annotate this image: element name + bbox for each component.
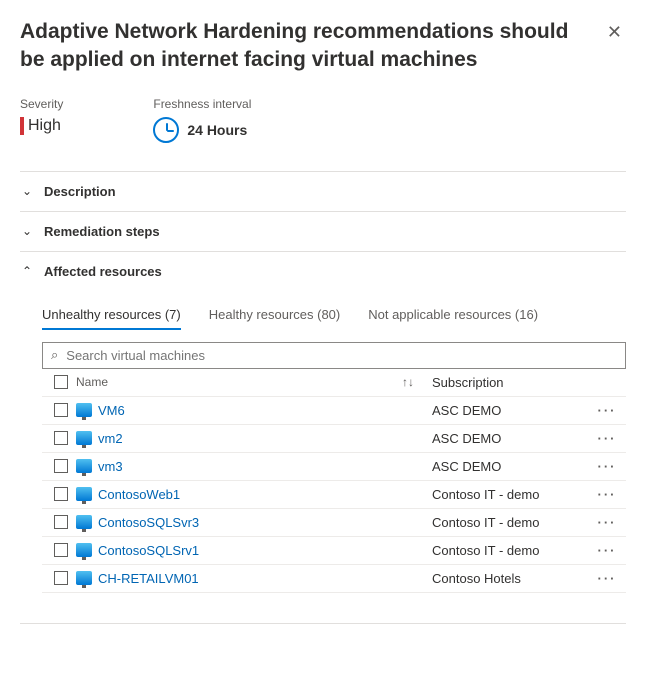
table-row: ContosoWeb1 Contoso IT - demo··· [42,481,626,509]
search-icon: ⌕ [51,347,58,363]
resource-link[interactable]: ContosoSQLSrv1 [98,543,199,558]
row-checkbox[interactable] [54,403,68,417]
chevron-down-icon: ⌄ [20,224,34,238]
vm-icon [76,487,92,501]
table-row: ContosoSQLSvr3 Contoso IT - demo··· [42,509,626,537]
resource-link[interactable]: VM6 [98,403,125,418]
page-title: Adaptive Network Hardening recommendatio… [20,18,583,75]
row-menu-button[interactable]: ··· [592,487,622,502]
section-affected[interactable]: ⌃ Affected resources [20,252,626,291]
severity-label: Severity [20,97,63,111]
select-all-checkbox[interactable] [54,375,68,389]
column-subscription[interactable]: Subscription [432,375,592,390]
chevron-down-icon: ⌄ [20,184,34,198]
row-menu-button[interactable]: ··· [592,431,622,446]
subscription-cell: Contoso IT - demo [432,487,592,502]
freshness-label: Freshness interval [153,97,251,111]
vm-icon [76,431,92,445]
severity-block: Severity High [20,97,63,143]
table-row: CH-RETAILVM01 Contoso Hotels··· [42,565,626,593]
resource-link[interactable]: ContosoWeb1 [98,487,180,502]
subscription-cell: Contoso Hotels [432,571,592,586]
table-row: vm3 ASC DEMO··· [42,453,626,481]
row-checkbox[interactable] [54,543,68,557]
search-input[interactable] [64,347,617,364]
subscription-cell: ASC DEMO [432,459,592,474]
tab-healthy[interactable]: Healthy resources (80) [209,301,341,330]
row-checkbox[interactable] [54,571,68,585]
table-row: ContosoSQLSrv1 Contoso IT - demo··· [42,537,626,565]
subscription-cell: ASC DEMO [432,403,592,418]
subscription-cell: Contoso IT - demo [432,515,592,530]
resource-link[interactable]: vm3 [98,459,123,474]
resource-tabs: Unhealthy resources (7) Healthy resource… [42,301,626,330]
row-menu-button[interactable]: ··· [592,403,622,418]
row-menu-button[interactable]: ··· [592,571,622,586]
severity-value: High [20,117,63,135]
tab-unhealthy[interactable]: Unhealthy resources (7) [42,301,181,330]
resource-link[interactable]: ContosoSQLSvr3 [98,515,199,530]
section-description-label: Description [44,184,116,199]
section-description[interactable]: ⌄ Description [20,172,626,212]
search-box[interactable]: ⌕ [42,342,626,369]
table-header: Name ↑↓ Subscription [42,369,626,397]
divider [20,623,626,624]
vm-icon [76,459,92,473]
subscription-cell: Contoso IT - demo [432,543,592,558]
close-icon: ✕ [607,22,622,42]
section-remediation-label: Remediation steps [44,224,160,239]
sort-icon[interactable]: ↑↓ [402,375,432,389]
row-checkbox[interactable] [54,487,68,501]
vm-icon [76,403,92,417]
resource-link[interactable]: CH-RETAILVM01 [98,571,199,586]
section-affected-label: Affected resources [44,264,162,279]
row-menu-button[interactable]: ··· [592,515,622,530]
section-remediation[interactable]: ⌄ Remediation steps [20,212,626,252]
table-row: VM6 ASC DEMO··· [42,397,626,425]
row-menu-button[interactable]: ··· [592,459,622,474]
tab-not-applicable[interactable]: Not applicable resources (16) [368,301,538,330]
close-button[interactable]: ✕ [603,18,626,47]
row-checkbox[interactable] [54,431,68,445]
freshness-block: Freshness interval 24 Hours [153,97,251,143]
row-checkbox[interactable] [54,459,68,473]
row-checkbox[interactable] [54,515,68,529]
vm-icon [76,571,92,585]
chevron-up-icon: ⌃ [20,264,34,278]
resource-link[interactable]: vm2 [98,431,123,446]
vm-icon [76,543,92,557]
vm-icon [76,515,92,529]
column-name[interactable]: Name [76,375,402,389]
freshness-value: 24 Hours [187,122,247,138]
table-row: vm2 ASC DEMO··· [42,425,626,453]
subscription-cell: ASC DEMO [432,431,592,446]
row-menu-button[interactable]: ··· [592,543,622,558]
clock-icon [153,117,179,143]
